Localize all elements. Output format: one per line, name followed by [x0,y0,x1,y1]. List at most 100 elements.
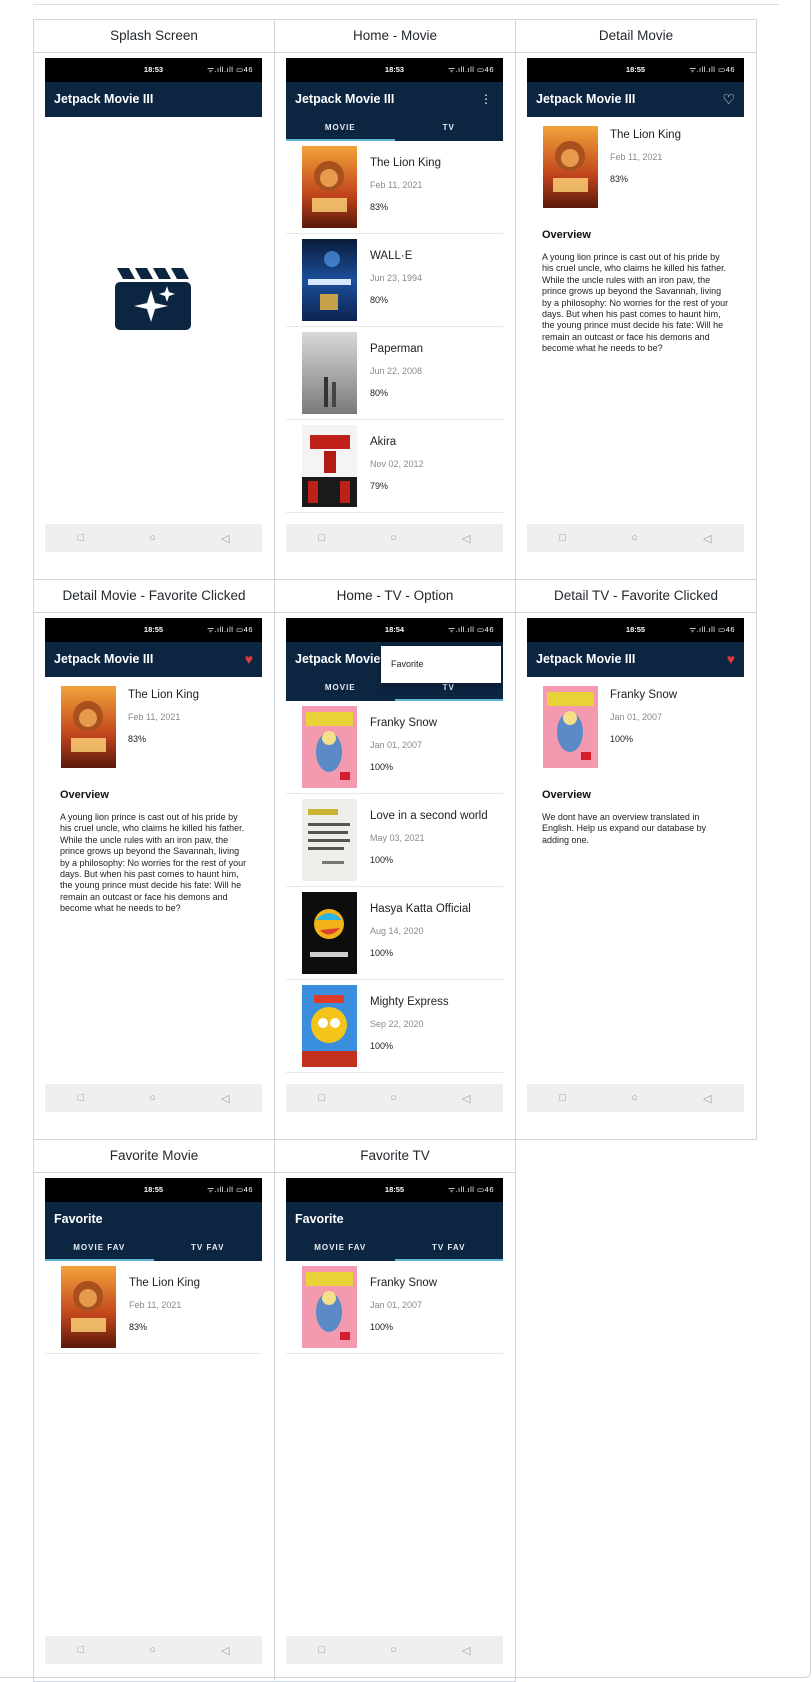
recents-icon[interactable]: □ [560,1092,567,1104]
home-icon[interactable]: ○ [631,532,638,544]
item-score: 83% [129,1322,148,1332]
status-bar: 18:53 ᯤ.ıll.ıll ▭46 [45,58,262,82]
app-title: Jetpack Movie III [54,92,154,106]
phone-detail-movie: 18:55 ᯤ.ıll.ıll ▭46 Jetpack Movie III ♡ Th… [527,58,744,552]
clapperboard-icon [115,268,191,330]
poster-wall-e [302,239,357,321]
menu-item-favorite[interactable]: Favorite [391,659,424,669]
top-divider [33,4,779,5]
recents-icon[interactable]: □ [560,532,567,544]
home-icon[interactable]: ○ [631,1092,638,1104]
poster-akira [302,425,357,507]
item-title: Franky Snow [370,717,438,729]
item-date: Jan 01, 2007 [370,1300,423,1310]
detail-header: The Lion King Feb 11, 2021 83% [45,677,262,781]
tab-bar: MOVIE TV [286,117,503,141]
list-item[interactable]: The Lion King Feb 11, 2021 83% [45,1261,262,1354]
app-title: Jetpack Movie III [54,652,154,666]
item-date: Jan 01, 2007 [370,740,423,750]
tab-tv[interactable]: TV [395,117,504,141]
phone-home-movie: 18:53 ᯤ.ıll.ıll ▭46 Jetpack Movie III ⋮ MO… [286,58,503,552]
detail-header: The Lion King Feb 11, 2021 83% [527,117,744,221]
phone-home-tv: 18:54 ᯤ.ıll.ıll ▭46 Jetpack Movie III MOV… [286,618,503,1112]
home-icon[interactable]: ○ [390,1092,397,1104]
tab-tv-fav[interactable]: TV FAV [154,1237,263,1261]
home-icon[interactable]: ○ [149,532,156,544]
home-icon[interactable]: ○ [390,1644,397,1656]
list-item[interactable]: Hasya Katta Official Aug 14, 2020 100% [286,887,503,980]
system-nav-bar: □ ○ ◁ [45,524,262,552]
recents-icon[interactable]: □ [78,1092,85,1104]
back-icon[interactable]: ◁ [221,1644,229,1657]
home-icon[interactable]: ○ [390,532,397,544]
list-item[interactable]: Paperman Jun 22, 2008 80% [286,327,503,420]
status-icons: ᯤ.ıll.ıll ▭46 [207,65,253,74]
app-bar: Favorite [45,1202,262,1237]
back-icon[interactable]: ◁ [462,532,470,545]
list-item[interactable]: Akira Nov 02, 2012 79% [286,420,503,513]
heart-filled-icon[interactable]: ♥ [727,642,735,677]
tab-bar: MOVIE FAV TV FAV [286,1237,503,1261]
back-icon[interactable]: ◁ [462,1644,470,1657]
item-title: Love in a second world [370,810,488,822]
tab-movie-fav[interactable]: MOVIE FAV [45,1237,154,1261]
home-icon[interactable]: ○ [149,1644,156,1656]
tab-tv-fav[interactable]: TV FAV [394,1237,503,1261]
tab-movie[interactable]: MOVIE [286,117,395,141]
poster-love-second-world [302,799,357,881]
overview-heading: Overview [542,789,591,801]
heart-outline-icon[interactable]: ♡ [722,82,735,117]
list-item[interactable]: Mighty Express Sep 22, 2020 100% [286,980,503,1073]
overview-text: A young lion prince is cast out of his p… [542,252,729,354]
list-item[interactable]: Love in a second world May 03, 2021 100% [286,794,503,887]
back-icon[interactable]: ◁ [703,532,711,545]
tab-movie[interactable]: MOVIE [286,677,395,701]
caption: Detail Movie - Favorite Clicked [34,580,274,613]
back-icon[interactable]: ◁ [221,1092,229,1105]
item-title: Mighty Express [370,996,449,1008]
status-bar: 18:55 ᯤ.ıll.ıll ▭46 [45,1178,262,1202]
more-vert-icon[interactable]: ⋮ [480,82,492,117]
tab-movie-fav[interactable]: MOVIE FAV [286,1237,395,1261]
recents-icon[interactable]: □ [78,532,85,544]
recents-icon[interactable]: □ [319,1644,326,1656]
recents-icon[interactable]: □ [78,1644,85,1656]
caption: Home - TV - Option [275,580,515,613]
poster-franky-snow [302,706,357,788]
app-bar: Jetpack Movie III [45,82,262,117]
overview-heading: Overview [542,229,591,241]
home-icon[interactable]: ○ [149,1092,156,1104]
list-item[interactable]: Franky Snow Jan 01, 2007 100% [286,1261,503,1354]
back-icon[interactable]: ◁ [703,1092,711,1105]
status-icons: ᯤ.ıll.ıll ▭46 [448,65,494,74]
list-item[interactable]: The Lion King Feb 11, 2021 83% [286,141,503,234]
item-score: 79% [370,481,389,491]
item-title: Franky Snow [370,1277,438,1289]
app-title: Favorite [295,1212,344,1226]
recents-icon[interactable]: □ [319,1092,326,1104]
status-icons: ᯤ.ıll.ıll ▭46 [689,65,735,74]
app-bar: Jetpack Movie III ♡ [527,82,744,117]
status-icons: ᯤ.ıll.ıll ▭46 [689,625,735,634]
poster-franky-snow [302,1266,357,1348]
item-date: Aug 14, 2020 [370,926,424,936]
movie-list[interactable]: The Lion King Feb 11, 2021 83% WALL·E Jun 2… [286,141,503,524]
back-icon[interactable]: ◁ [462,1092,470,1105]
detail-score: 83% [610,174,629,184]
cell-detail-fav: Detail Movie - Favorite Clicked 18:55 ᯤ.ı… [33,579,275,1140]
list-item[interactable]: Franky Snow Jan 01, 2007 100% [286,701,503,794]
back-icon[interactable]: ◁ [221,532,229,545]
cell-fav-tv: Favorite TV 18:55 ᯤ.ıll.ıll ▭46 Favorite … [274,1139,516,1682]
item-score: 80% [370,388,389,398]
tv-list[interactable]: Franky Snow Jan 01, 2007 100% Love in a se… [286,701,503,1084]
app-title: Jetpack Movie III [536,92,636,106]
status-icons: ᯤ.ıll.ıll ▭46 [207,625,253,634]
item-title: The Lion King [129,1277,200,1289]
recents-icon[interactable]: □ [319,532,326,544]
poster-paperman [302,332,357,414]
heart-filled-icon[interactable]: ♥ [245,642,253,677]
overview-heading: Overview [60,789,109,801]
system-nav-bar: □ ○ ◁ [286,524,503,552]
list-item[interactable]: WALL·E Jun 23, 1994 80% [286,234,503,327]
item-title: The Lion King [370,157,441,169]
